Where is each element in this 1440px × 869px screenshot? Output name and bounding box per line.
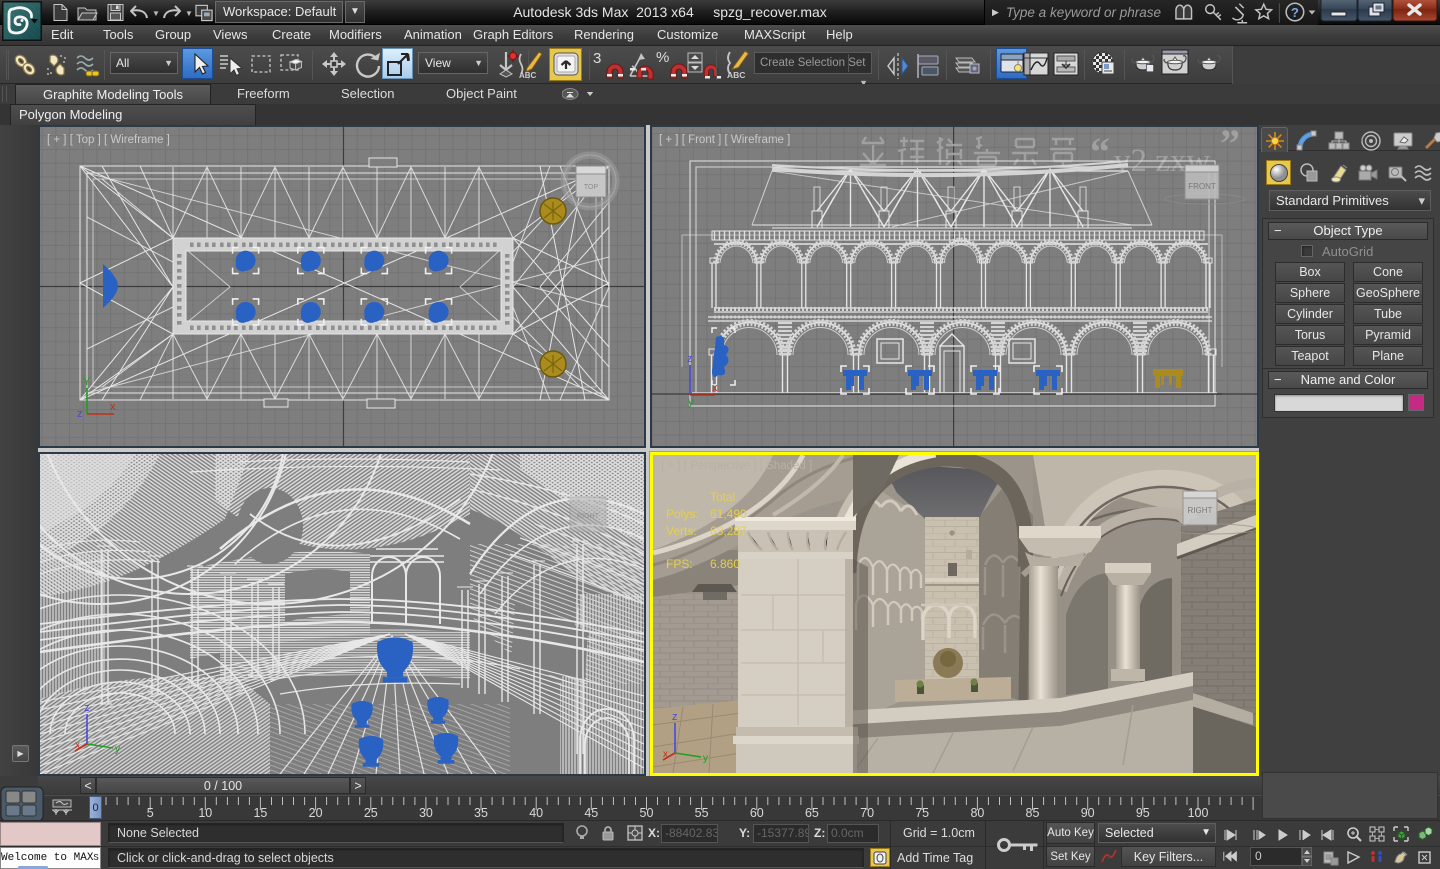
svg-text:10: 10 xyxy=(198,806,212,820)
svg-text:x: x xyxy=(75,740,80,751)
svg-text:Total: Total xyxy=(710,490,735,504)
svg-text:6.860: 6.860 xyxy=(710,557,740,571)
svg-text:30: 30 xyxy=(419,806,433,820)
svg-text:FPS:: FPS: xyxy=(666,557,693,571)
svg-text:75: 75 xyxy=(915,806,929,820)
svg-text:FRONT: FRONT xyxy=(1188,182,1216,191)
svg-text:60: 60 xyxy=(750,806,764,820)
svg-text:50: 50 xyxy=(640,806,654,820)
svg-text:y: y xyxy=(688,396,694,408)
svg-text:Y: Y xyxy=(83,376,91,388)
svg-text:TOP: TOP xyxy=(584,184,599,191)
svg-text:70: 70 xyxy=(860,806,874,820)
svg-text:85: 85 xyxy=(1026,806,1040,820)
svg-text:RIGHT: RIGHT xyxy=(1188,506,1213,515)
svg-text:y: y xyxy=(115,744,120,755)
svg-text:z: z xyxy=(77,408,83,420)
svg-text:z: z xyxy=(672,711,678,723)
svg-text:x: x xyxy=(663,749,668,760)
svg-text:ABC: ABC xyxy=(727,70,745,80)
svg-text:80: 80 xyxy=(970,806,984,820)
svg-text:RIGHT: RIGHT xyxy=(577,513,600,520)
svg-text:z: z xyxy=(84,702,90,714)
svg-text:25: 25 xyxy=(364,806,378,820)
svg-text:y: y xyxy=(703,753,708,764)
svg-text:x: x xyxy=(712,382,718,394)
svg-text:20: 20 xyxy=(309,806,323,820)
svg-text:63,287: 63,287 xyxy=(710,524,747,538)
svg-text:Polys:: Polys: xyxy=(666,507,699,521)
svg-text:100: 100 xyxy=(1188,806,1209,820)
svg-text:5: 5 xyxy=(147,806,154,820)
svg-text:15: 15 xyxy=(253,806,267,820)
svg-text:[ + ] [ Front ] [ Wireframe ]: [ + ] [ Front ] [ Wireframe ] xyxy=(659,134,790,146)
svg-text:40: 40 xyxy=(529,806,543,820)
svg-text:95: 95 xyxy=(1136,806,1150,820)
svg-text:35: 35 xyxy=(474,806,488,820)
svg-text:z: z xyxy=(687,353,693,365)
svg-text:61,490: 61,490 xyxy=(710,507,747,521)
svg-text:ABC: ABC xyxy=(519,71,537,80)
svg-text:”: ” xyxy=(1220,127,1240,166)
svg-text:45: 45 xyxy=(584,806,598,820)
svg-text:[ + ] [ Perspective ] [ Shaded: [ + ] [ Perspective ] [ Shaded ] xyxy=(661,460,812,472)
svg-text:55: 55 xyxy=(695,806,709,820)
svg-text:90: 90 xyxy=(1081,806,1095,820)
svg-text:x: x xyxy=(110,401,116,413)
svg-text:[ + ] [ Top ] [ Wireframe ]: [ + ] [ Top ] [ Wireframe ] xyxy=(47,134,170,146)
svg-text:65: 65 xyxy=(805,806,819,820)
svg-text:?: ? xyxy=(1291,4,1299,19)
svg-text:Verts:: Verts: xyxy=(666,524,697,538)
